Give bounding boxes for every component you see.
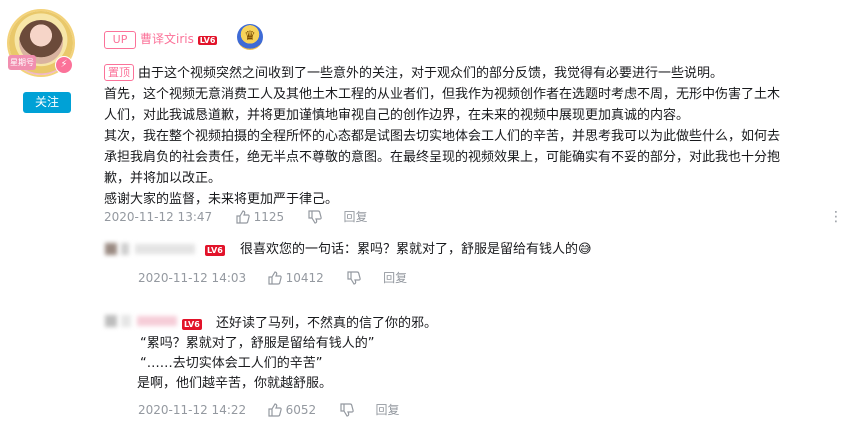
reply-button[interactable]: 回复 bbox=[383, 271, 407, 285]
reply-meta: 2020-11-12 14:03 10412 回复 bbox=[138, 270, 407, 289]
comment-line: 承担我肩负的社会责任，绝无半点不尊敬的意图。在最终呈现的视频效果上，可能确实有不… bbox=[104, 150, 781, 165]
reply-time: 2020-11-12 14:03 bbox=[138, 271, 247, 285]
level-badge: LV6 bbox=[205, 245, 225, 256]
reply-line: 还好读了马列，不然真的信了你的邪。 bbox=[216, 316, 438, 331]
comment-line: 人们，对此我诚恳道歉，并将更加谨慎地审视自己的创作边界，在未来的视频中展现更加真… bbox=[104, 108, 690, 123]
level-badge: LV6 bbox=[197, 36, 218, 45]
reply-text: 很喜欢您的一句话：累吗？累就对了，舒服是留给有钱人的😅 bbox=[240, 239, 592, 260]
reply-username-blurred[interactable] bbox=[105, 313, 177, 329]
comment-line-text: 由于这个视频突然之间收到了一些意外的关注，对于观众们的部分反馈，我觉得有必要进行… bbox=[138, 66, 724, 81]
username-text[interactable]: 曹译文iris bbox=[140, 32, 194, 46]
more-icon[interactable]: ⋮ bbox=[829, 210, 843, 224]
follow-button[interactable]: 关注 bbox=[23, 92, 71, 113]
reply-line: “……去切实体会工人们的辛苦” bbox=[140, 356, 323, 371]
reply-line: “累吗？累就对了，舒服是留给有钱人的” bbox=[140, 336, 375, 351]
like-count: 6052 bbox=[285, 403, 317, 417]
comment-line: 首先，这个视频无意消费工人及其他土木工程的从业者们，但我作为视频创作者在选题时考… bbox=[104, 87, 781, 102]
sweat-smile-emoji: 😅 bbox=[578, 242, 592, 257]
like-icon[interactable] bbox=[268, 271, 282, 289]
dislike-icon[interactable] bbox=[308, 210, 322, 228]
reply-line: 是啊，他们越辛苦，你就越舒服。 bbox=[137, 376, 333, 391]
comment-line: 其次，我在整个视频拍摄的全程所怀的心态都是试图去切实地体会工人们的辛苦，并思考我… bbox=[104, 129, 781, 144]
dislike-icon[interactable] bbox=[347, 271, 362, 289]
comment-time: 2020-11-12 13:47 bbox=[104, 210, 213, 224]
medal-icon: ♛ bbox=[237, 24, 263, 50]
reply-meta: 2020-11-12 14:22 6052 回复 bbox=[138, 402, 400, 421]
reply-time: 2020-11-12 14:22 bbox=[138, 403, 247, 417]
username[interactable]: 曹译文iris LV6 bbox=[140, 30, 218, 48]
level-badge: LV6 bbox=[182, 319, 202, 330]
reply-button[interactable]: 回复 bbox=[343, 210, 367, 224]
pin-badge: 置顶 bbox=[104, 64, 134, 81]
like-icon[interactable] bbox=[236, 210, 250, 228]
like-icon[interactable] bbox=[268, 403, 282, 421]
avatar-tag: 星期号 bbox=[8, 55, 36, 70]
like-count: 1125 bbox=[253, 210, 285, 224]
like-count: 10412 bbox=[285, 271, 324, 285]
bolt-icon: ⚡ bbox=[55, 56, 73, 74]
dislike-icon[interactable] bbox=[340, 403, 354, 421]
comment-line: 歉，并将加以改正。 bbox=[104, 171, 222, 186]
reply-username-blurred[interactable] bbox=[105, 241, 195, 257]
comment-line: 置顶 由于这个视频突然之间收到了一些意外的关注，对于观众们的部分反馈，我觉得有必要… bbox=[104, 63, 723, 84]
comment-line: 感谢大家的监督，未来将更加严于律己。 bbox=[104, 192, 339, 207]
comment-meta: 2020-11-12 13:47 1125 回复 bbox=[104, 209, 368, 228]
up-badge: UP bbox=[104, 31, 136, 49]
reply-text-content: 很喜欢您的一句话：累吗？累就对了，舒服是留给有钱人的 bbox=[240, 242, 579, 257]
reply-button[interactable]: 回复 bbox=[375, 403, 399, 417]
